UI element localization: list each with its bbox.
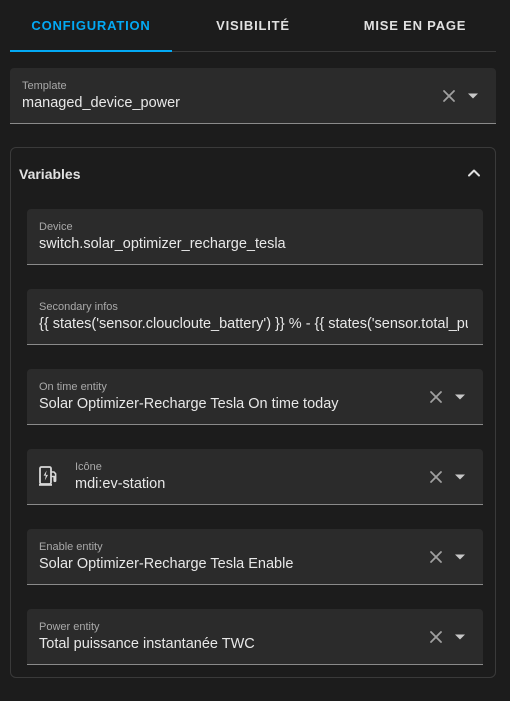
on-time-entity-value: Solar Optimizer-Recharge Tesla On time t… — [39, 396, 339, 412]
variables-title: Variables — [19, 166, 81, 182]
close-icon[interactable] — [427, 388, 445, 406]
power-entity-select[interactable]: Power entity Total puissance instantanée… — [27, 609, 483, 665]
secondary-infos-label: Secondary infos — [39, 301, 118, 313]
caret-down-icon[interactable] — [451, 628, 469, 646]
ev-station-icon — [37, 464, 61, 488]
close-icon[interactable] — [440, 87, 458, 105]
power-entity-label: Power entity — [39, 621, 100, 633]
variables-panel-header[interactable]: Variables — [11, 148, 495, 200]
caret-down-icon[interactable] — [451, 388, 469, 406]
close-icon[interactable] — [427, 468, 445, 486]
device-label: Device — [39, 221, 73, 233]
tab-configuration[interactable]: CONFIGURATION — [10, 0, 172, 52]
chevron-up-icon[interactable] — [465, 164, 483, 182]
close-icon[interactable] — [427, 628, 445, 646]
secondary-infos-field[interactable]: Secondary infos {{ states('sensor.cloucl… — [27, 289, 483, 345]
caret-down-icon[interactable] — [451, 548, 469, 566]
tab-layout[interactable]: MISE EN PAGE — [334, 0, 496, 51]
device-field[interactable]: Device switch.solar_optimizer_recharge_t… — [27, 209, 483, 265]
template-label: Template — [22, 80, 67, 92]
template-value: managed_device_power — [22, 95, 180, 111]
secondary-infos-value: {{ states('sensor.cloucloute_battery') }… — [39, 316, 468, 332]
icon-picker[interactable]: Icône mdi:ev-station — [27, 449, 483, 505]
template-select[interactable]: Template managed_device_power — [10, 68, 496, 124]
device-value: switch.solar_optimizer_recharge_tesla — [39, 236, 286, 252]
caret-down-icon[interactable] — [464, 87, 482, 105]
icon-value: mdi:ev-station — [75, 476, 166, 492]
enable-entity-value: Solar Optimizer-Recharge Tesla Enable — [39, 556, 294, 572]
tab-visibility[interactable]: VISIBILITÉ — [172, 0, 334, 51]
close-icon[interactable] — [427, 548, 445, 566]
on-time-entity-label: On time entity — [39, 381, 107, 393]
icon-label: Icône — [75, 461, 102, 473]
power-entity-value: Total puissance instantanée TWC — [39, 636, 255, 652]
enable-entity-select[interactable]: Enable entity Solar Optimizer-Recharge T… — [27, 529, 483, 585]
caret-down-icon[interactable] — [451, 468, 469, 486]
tab-bar: CONFIGURATION VISIBILITÉ MISE EN PAGE — [10, 0, 496, 52]
enable-entity-label: Enable entity — [39, 541, 103, 553]
on-time-entity-select[interactable]: On time entity Solar Optimizer-Recharge … — [27, 369, 483, 425]
